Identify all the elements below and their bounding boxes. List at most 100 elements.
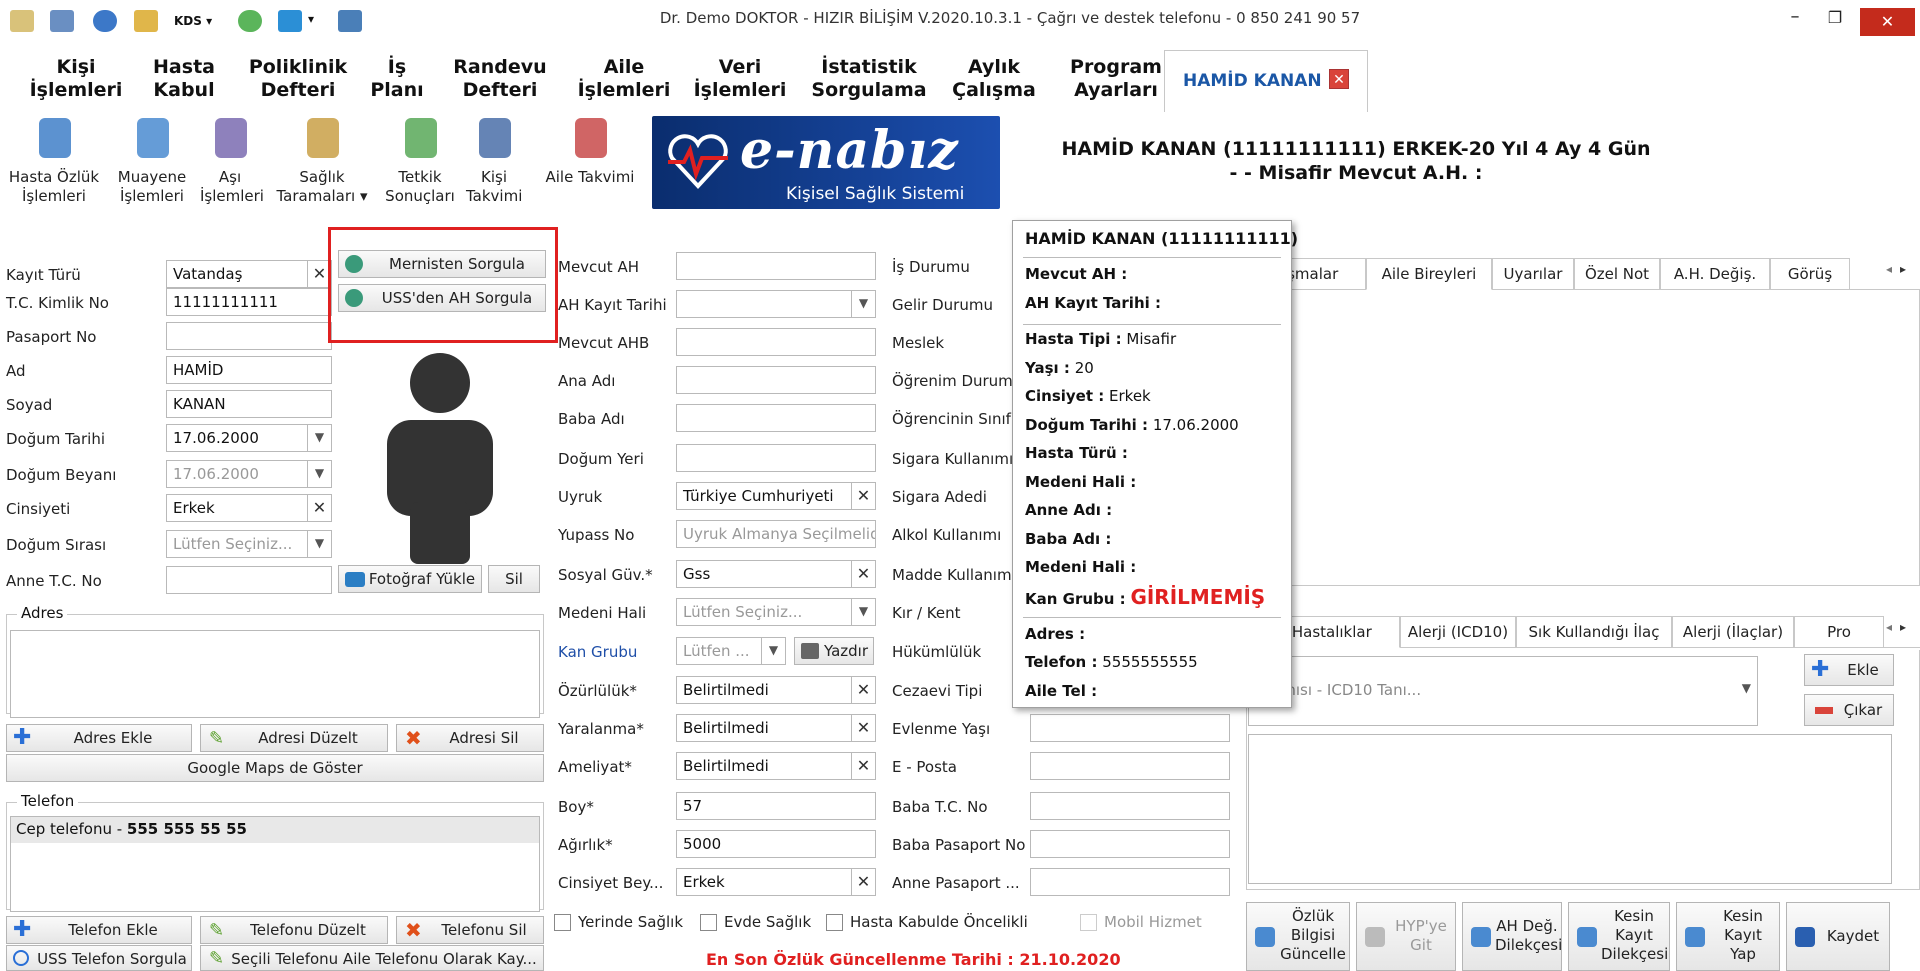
menu-aile[interactable]: Aile İşlemleri [568, 56, 680, 102]
browser-dropdown-icon[interactable]: ▾ [308, 12, 314, 26]
clear-icon[interactable]: ✕ [851, 677, 875, 703]
toolbar-family-calendar-button[interactable]: Aile Takvimi [544, 114, 636, 187]
phone-edit-button[interactable]: ✎ Telefonu Düzelt [200, 916, 388, 944]
chevron-down-icon[interactable]: ▼ [851, 599, 875, 625]
refresh-icon[interactable] [93, 10, 117, 32]
add-diagnosis-button[interactable]: ✚ Ekle [1804, 654, 1894, 686]
phone-add-button[interactable]: ✚ Telefon Ekle [6, 916, 192, 944]
mid-field-4[interactable] [676, 404, 876, 432]
uss-query-button[interactable]: USS'den AH Sorgula [338, 284, 546, 312]
field-ad[interactable]: HAMİD [166, 356, 332, 384]
right-field-14[interactable] [1030, 792, 1230, 820]
tab-bottom-2[interactable]: Sık Kullandığı İlaç [1516, 616, 1672, 648]
phone-list[interactable]: Cep telefonu - 555 555 55 55 [10, 816, 540, 912]
menu-is-plani[interactable]: İş Planı [366, 56, 428, 102]
address-edit-button[interactable]: ✎ Adresi Düzelt [200, 724, 388, 752]
toolbar-stethoscope-button[interactable]: Muayene İşlemleri [112, 114, 192, 206]
enabiz-banner[interactable]: e-nabız Kişisel Sağlık Sistemi [652, 116, 1000, 209]
family-members-panel[interactable] [1246, 290, 1920, 586]
chevron-down-icon[interactable]: ▼ [851, 291, 875, 317]
toolbar-syringe-button[interactable]: Aşı İşlemleri [200, 114, 264, 206]
minimize-button[interactable]: – [1775, 6, 1815, 27]
mobile-service-checkbox[interactable] [1080, 914, 1097, 931]
mid-field-7[interactable]: Uyruk Almanya Seçilmelidir [676, 520, 876, 548]
menu-kisi[interactable]: Kişi İşlemleri [20, 56, 132, 102]
menu-poliklinik[interactable]: Poliklinik Defteri [238, 56, 358, 102]
chevron-down-icon[interactable]: ▼ [307, 531, 331, 557]
phone-row[interactable]: Cep telefonu - 555 555 55 55 [11, 817, 539, 843]
tab-top-4[interactable]: A.H. Değiş. [1660, 258, 1770, 290]
mid-field-10[interactable]: Lütfen ... ▼ [676, 637, 786, 665]
clear-icon[interactable]: ✕ [851, 715, 875, 741]
on-site-health-checkbox[interactable] [554, 914, 571, 931]
save-family-phone-button[interactable]: ✎ Seçili Telefonu Aile Telefonu Olarak Ka… [200, 945, 544, 971]
mid-field-12[interactable]: Belirtilmedi ✕ [676, 714, 876, 742]
field-dogum-sirasi[interactable]: Lütfen Seçiniz... ▼ [166, 530, 332, 558]
print-button[interactable]: Yazdır [794, 637, 874, 665]
toolbar-clipboard-button[interactable]: Sağlık Taramaları ▾ [274, 114, 370, 206]
field-tc[interactable]: 11111111111 [166, 288, 332, 316]
ah-petition-button[interactable]: AH Değ. Dilekçesi [1462, 902, 1562, 971]
photo-upload-button[interactable]: Fotoğraf Yükle [338, 565, 482, 593]
tab2-scroll-right-icon[interactable]: ▸ [1900, 620, 1906, 634]
tab-bottom-4[interactable]: Pro [1794, 616, 1884, 648]
mid-field-0[interactable] [676, 252, 876, 280]
search-doc-icon[interactable] [50, 10, 74, 32]
menu-veri[interactable]: Veri İşlemleri [684, 56, 796, 102]
kds-menu[interactable]: KDS ▾ [174, 14, 212, 28]
remove-diagnosis-button[interactable]: Çıkar [1804, 694, 1894, 726]
mid-field-14[interactable]: 57 [676, 792, 876, 820]
update-info-button[interactable]: Özlük Bilgisi Güncelle [1246, 902, 1350, 971]
chevron-down-icon[interactable]: ▼ [307, 461, 331, 487]
mid-field-2[interactable] [676, 328, 876, 356]
toolbar-calendar-button[interactable]: Kişi Takvimi [466, 114, 522, 206]
right-field-16[interactable] [1030, 868, 1230, 896]
address-add-button[interactable]: ✚ Adres Ekle [6, 724, 192, 752]
priority-checkbox[interactable] [826, 914, 843, 931]
final-register-button[interactable]: Kesin Kayıt Yap [1676, 902, 1780, 971]
field-dogum-beyani[interactable]: 17.06.2000 ▼ [166, 460, 332, 488]
phone-delete-button[interactable]: ✖ Telefonu Sil [396, 916, 544, 944]
diagnosis-list[interactable] [1248, 734, 1892, 884]
field-cinsiyet[interactable]: Erkek ✕ [166, 494, 332, 522]
mid-field-9[interactable]: Lütfen Seçiniz... ▼ [676, 598, 876, 626]
final-petition-button[interactable]: Kesin Kayıt Dilekçesi [1568, 902, 1670, 971]
tab-scroll-left-icon[interactable]: ◂ [1886, 262, 1892, 276]
clear-icon[interactable]: ✕ [851, 561, 875, 587]
mid-field-3[interactable] [676, 366, 876, 394]
icd10-diagnosis-select[interactable]: k Tanısı - ICD10 Tanı... ▼ [1248, 656, 1758, 726]
tab2-scroll-left-icon[interactable]: ◂ [1886, 620, 1892, 634]
chevron-down-icon[interactable]: ▼ [761, 638, 785, 664]
save-button[interactable]: Kaydet [1786, 902, 1890, 971]
toolbar-person-info-button[interactable]: Hasta Özlük İşlemleri [6, 114, 102, 206]
tab-top-5[interactable]: Görüş [1770, 258, 1850, 290]
mid-field-5[interactable] [676, 444, 876, 472]
health-icon[interactable] [238, 10, 262, 32]
address-delete-button[interactable]: ✖ Adresi Sil [396, 724, 544, 752]
tab-bottom-3[interactable]: Alerji (İlaçlar) [1672, 616, 1794, 648]
right-field-13[interactable] [1030, 752, 1230, 780]
google-maps-button[interactable]: Google Maps de Göster [6, 754, 544, 782]
photo-delete-button[interactable]: Sil [488, 565, 540, 593]
field-pasaport[interactable] [166, 322, 332, 350]
chevron-down-icon[interactable]: ▼ [307, 425, 331, 451]
tab-top-2[interactable]: Uyarılar [1492, 258, 1574, 290]
tab-scroll-right-icon[interactable]: ▸ [1900, 262, 1906, 276]
right-field-15[interactable] [1030, 830, 1230, 858]
clear-icon[interactable]: ✕ [307, 495, 331, 521]
clear-icon[interactable]: ✕ [851, 483, 875, 509]
app-icon[interactable] [10, 10, 34, 32]
tab-bottom-1[interactable]: Alerji (ICD10) [1400, 616, 1516, 648]
home-health-checkbox[interactable] [700, 914, 717, 931]
address-list[interactable] [10, 630, 540, 718]
mernis-query-button[interactable]: Mernisten Sorgula [338, 250, 546, 278]
field-dogum-tarihi[interactable]: 17.06.2000 ▼ [166, 424, 332, 452]
menu-randevu[interactable]: Randevu Defteri [440, 56, 560, 102]
mid-field-1[interactable]: ▼ [676, 290, 876, 318]
right-field-12[interactable] [1030, 714, 1230, 742]
restore-button[interactable]: ❐ [1815, 8, 1855, 27]
toolbar-flask-button[interactable]: Tetkik Sonuçları [382, 114, 458, 206]
tab-top-3[interactable]: Özel Not [1574, 258, 1660, 290]
mid-field-16[interactable]: Erkek ✕ [676, 868, 876, 896]
menu-aylik[interactable]: Aylık Çalışma [946, 56, 1042, 102]
